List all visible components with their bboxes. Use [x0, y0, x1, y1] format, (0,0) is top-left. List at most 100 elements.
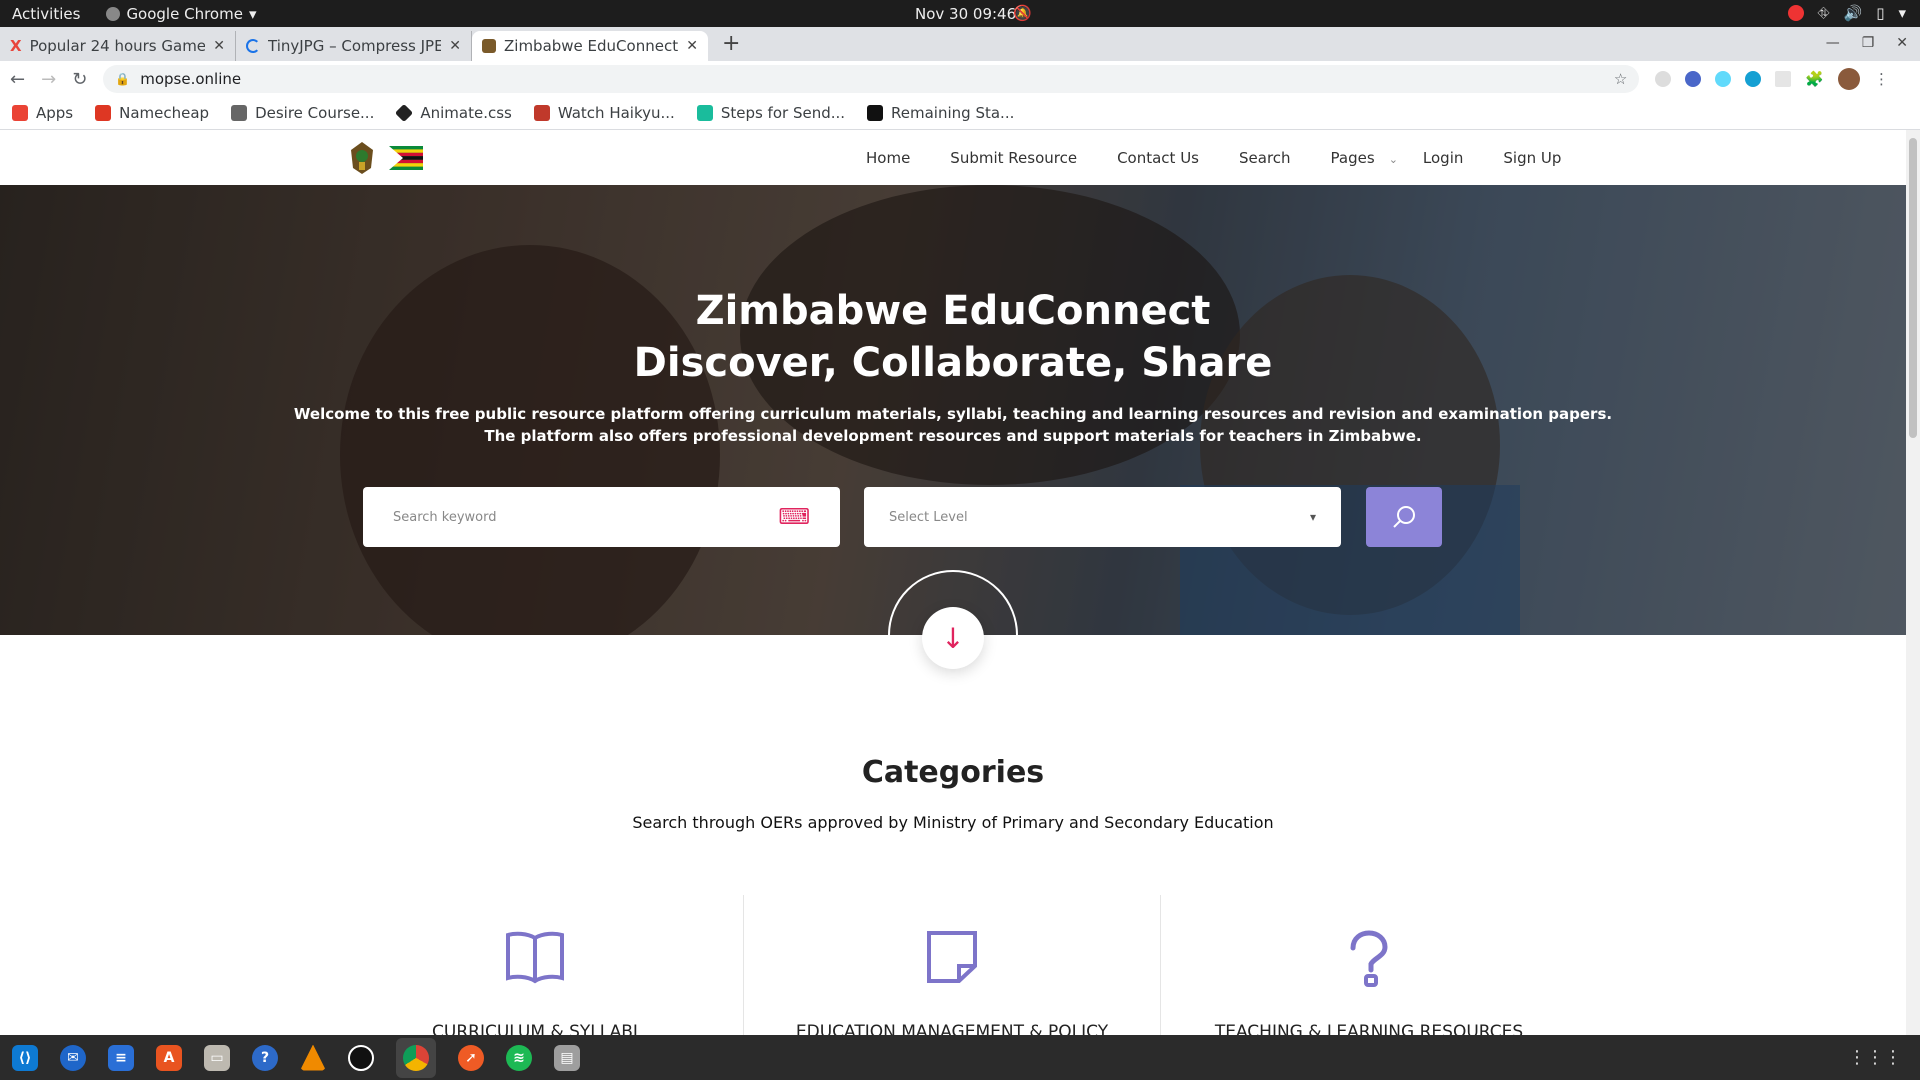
volume-icon: 🔊 — [1843, 4, 1863, 22]
close-icon[interactable]: ✕ — [686, 38, 698, 54]
browser-toolbar: ← → ↻ 🔒 mopse.online ☆ 🧩 ⋮ — [0, 61, 1920, 97]
menu-submit-resource[interactable]: Submit Resource — [950, 149, 1077, 167]
restore-icon[interactable]: ❐ — [1862, 35, 1875, 51]
show-apps-grid-icon[interactable]: ⋮⋮⋮ — [1848, 1047, 1902, 1068]
writer-icon[interactable]: ≡ — [108, 1044, 134, 1071]
menu-contact-us[interactable]: Contact Us — [1117, 149, 1199, 167]
coat-of-arms-icon — [351, 142, 373, 174]
extensions-area: 🧩 ⋮ — [1655, 68, 1889, 90]
menu-search[interactable]: Search — [1239, 149, 1291, 167]
chrome-icon — [106, 6, 121, 21]
hero-description-line: The platform also offers professional de… — [484, 427, 1422, 445]
postman-icon[interactable]: ➚ — [458, 1044, 484, 1071]
scroll-down-button[interactable]: ↓ — [922, 607, 984, 669]
extension-icon[interactable] — [1775, 71, 1792, 87]
chevron-down-icon: ⌄ — [1388, 153, 1398, 166]
categories-title: Categories — [861, 755, 1045, 790]
category-curriculum[interactable]: CURRICULUM & SYLLABI — [335, 930, 735, 1035]
vscode-icon[interactable]: ⟨⟩ — [12, 1044, 38, 1071]
hero-banner: Zimbabwe EduConnect Discover, Collaborat… — [0, 185, 1906, 635]
more-vert-icon[interactable]: ⋮ — [1874, 70, 1889, 88]
disk-icon[interactable]: ▤ — [554, 1044, 580, 1071]
search-placeholder: Search keyword — [393, 509, 497, 525]
web-page: Home Submit Resource Contact Us Search P… — [0, 130, 1906, 1035]
bookmark-desire-course[interactable]: Desire Course... — [231, 104, 374, 122]
star-icon[interactable]: ☆ — [1614, 70, 1627, 88]
tab-title: Zimbabwe EduConnect - A — [504, 37, 679, 55]
obs-icon[interactable] — [348, 1044, 374, 1071]
note-icon — [927, 931, 977, 983]
search-input[interactable]: Search keyword ⌨ — [363, 487, 840, 547]
app-menu[interactable]: Google Chrome ▾ — [106, 5, 256, 23]
software-center-icon[interactable]: A — [156, 1044, 182, 1071]
menu-home[interactable]: Home — [866, 149, 910, 167]
address-bar[interactable]: 🔒 mopse.online ☆ — [103, 65, 1640, 93]
help-icon[interactable]: ? — [252, 1044, 278, 1071]
grammarly-icon[interactable] — [1745, 71, 1762, 87]
activities-button[interactable]: Activities — [12, 5, 80, 23]
search-icon — [1393, 506, 1415, 528]
bookmark-label: Watch Haikyu... — [557, 104, 675, 122]
clock[interactable]: Nov 30 09:46 — [915, 5, 1016, 23]
category-label: EDUCATION MANAGEMENT & POLICY — [795, 1022, 1109, 1035]
battery-icon: ▯ — [1876, 4, 1885, 22]
bookmark-label: Remaining Sta... — [891, 104, 1015, 122]
system-top-bar: Activities Google Chrome ▾ Nov 30 09:46 … — [0, 0, 1920, 27]
chrome-icon[interactable] — [396, 1037, 436, 1078]
back-arrow-icon[interactable]: ← — [10, 69, 25, 90]
tab-popular-games[interactable]: X Popular 24 hours Game To ✕ — [0, 31, 236, 61]
category-label: CURRICULUM & SYLLABI — [432, 1022, 638, 1035]
coat-of-arms-favicon-icon — [482, 39, 496, 53]
menu-login[interactable]: Login — [1423, 149, 1463, 167]
scrollbar-thumb[interactable] — [1909, 138, 1917, 438]
menu-pages[interactable]: Pages ⌄ — [1331, 149, 1398, 167]
extension-icon[interactable] — [1655, 71, 1672, 87]
react-devtools-icon[interactable] — [1715, 71, 1732, 87]
minimize-icon[interactable]: — — [1826, 35, 1840, 51]
reload-icon[interactable]: ↻ — [72, 69, 87, 90]
chrome-logo — [403, 1044, 429, 1071]
close-icon[interactable]: ✕ — [213, 38, 225, 54]
vlc-icon[interactable] — [300, 1044, 326, 1071]
tab-educonnect[interactable]: Zimbabwe EduConnect - A ✕ — [472, 31, 708, 61]
puzzle-icon[interactable]: 🧩 — [1805, 70, 1824, 88]
tab-strip: X Popular 24 hours Game To ✕ TinyJPG – C… — [0, 27, 1920, 61]
close-window-icon[interactable]: ✕ — [1896, 35, 1908, 51]
level-select[interactable]: Select Level ▾ — [864, 487, 1341, 547]
system-tray[interactable]: ⛗ 🔊 ▯ ▾ — [1787, 4, 1906, 22]
bookmark-animate-css[interactable]: Animate.css — [395, 103, 512, 123]
bookmark-apps[interactable]: Apps — [12, 104, 73, 122]
extension-icon[interactable] — [1685, 71, 1702, 87]
tab-tinyjpg[interactable]: TinyJPG – Compress JPEG ✕ — [236, 31, 472, 61]
files-icon[interactable]: ▭ — [204, 1044, 230, 1071]
menu-sign-up[interactable]: Sign Up — [1503, 149, 1561, 167]
site-logos[interactable] — [345, 140, 423, 176]
level-select-value: Select Level — [889, 509, 968, 525]
hero-description: Welcome to this free public resource pla… — [0, 403, 1906, 447]
main-menu: Home Submit Resource Contact Us Search P… — [866, 149, 1561, 167]
category-teaching-learning[interactable]: TEACHING & LEARNING RESOURCES — [1169, 930, 1569, 1035]
category-education-management[interactable]: EDUCATION MANAGEMENT & POLICY — [752, 930, 1152, 1035]
close-icon[interactable]: ✕ — [449, 38, 461, 54]
video-icon — [533, 105, 550, 121]
menu-pages-label: Pages — [1330, 149, 1375, 167]
bookmark-steps-for-send[interactable]: Steps for Send... — [696, 104, 845, 122]
bookmark-label: Apps — [36, 104, 74, 122]
page-scrollbar[interactable] — [1906, 130, 1920, 1035]
app-name: Google Chrome — [126, 4, 243, 23]
new-tab-button[interactable]: + — [722, 31, 740, 56]
thunderbird-icon[interactable]: ✉ — [60, 1044, 86, 1071]
bookmark-remaining-sta[interactable]: Remaining Sta... — [867, 104, 1014, 122]
search-button[interactable] — [1366, 487, 1442, 547]
spotify-icon[interactable]: ≋ — [506, 1044, 532, 1071]
chevron-down-icon: ▾ — [248, 4, 257, 23]
forward-arrow-icon[interactable]: → — [41, 69, 56, 90]
diamond-icon — [395, 103, 414, 123]
category-divider — [1160, 895, 1161, 1035]
zimbabwe-flag-icon — [389, 146, 423, 170]
keyboard-icon[interactable]: ⌨ — [778, 505, 810, 530]
bookmark-namecheap[interactable]: Namecheap — [95, 104, 209, 122]
bookmark-watch-haikyu[interactable]: Watch Haikyu... — [533, 104, 675, 122]
profile-avatar[interactable] — [1837, 68, 1860, 90]
bookmark-label: Animate.css — [420, 104, 512, 122]
